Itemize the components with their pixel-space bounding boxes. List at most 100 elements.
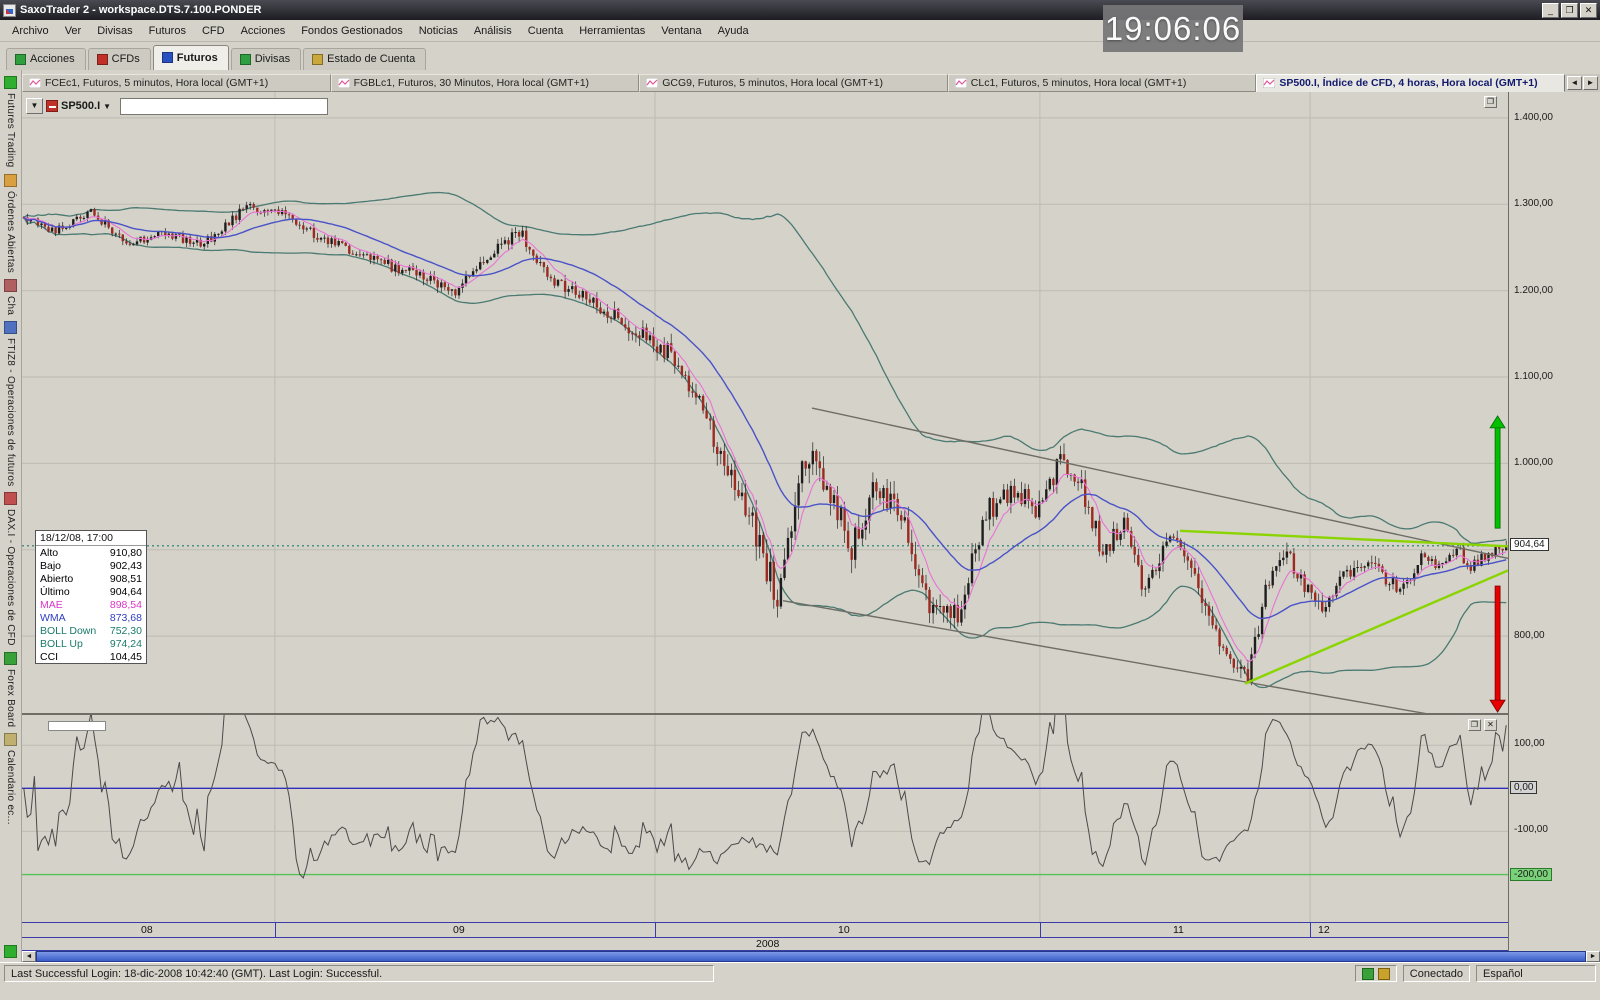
tooltip-row-boll-up: BOLL Up 974,24: [36, 637, 146, 650]
chart-region: 1.400,001.300,001.200,001.100,001.000,00…: [22, 92, 1600, 962]
month-label-10: 10: [838, 924, 850, 936]
maximize-button[interactable]: ❐: [1561, 3, 1578, 18]
chart-icon[interactable]: [4, 279, 17, 292]
month-separator: [655, 923, 656, 939]
toolbar-tab-divisas[interactable]: Divisas: [231, 48, 301, 70]
tooltip-value: 974,24: [110, 638, 142, 650]
chart-menu-button[interactable]: ▼: [26, 98, 43, 114]
cci-tick-100: 100,00: [1514, 738, 1545, 749]
menu-bar: ArchivoVerDivisasFuturosCFDAccionesFondo…: [0, 20, 1600, 42]
tooltip-label: BOLL Up: [40, 638, 83, 650]
scrollbar-thumb[interactable]: [36, 951, 1586, 962]
menu-item-cuenta[interactable]: Cuenta: [520, 23, 571, 39]
login-status-text: Last Successful Login: 18-dic-2008 10:42…: [4, 965, 714, 982]
sidebar-item-3[interactable]: FTIZ8 - Operaciones de futuros: [5, 338, 16, 487]
chevron-down-icon[interactable]: ▼: [103, 102, 111, 111]
toolbar-tab-label: Acciones: [30, 53, 75, 65]
menu-item-noticias[interactable]: Noticias: [411, 23, 466, 39]
tooltip-label: Último: [40, 586, 70, 598]
menu-item-ayuda[interactable]: Ayuda: [710, 23, 757, 39]
tooltip-value: 902,43: [110, 560, 142, 572]
horizontal-scrollbar[interactable]: ◄ ►: [22, 951, 1600, 962]
cci-indicator-chart[interactable]: [22, 715, 1508, 922]
calendar-icon[interactable]: [4, 733, 17, 746]
tooltip-value: 904,64: [110, 586, 142, 598]
menu-item-ver[interactable]: Ver: [57, 23, 90, 39]
chart-tab-0[interactable]: FCEc1, Futuros, 5 minutos, Hora local (G…: [22, 74, 331, 92]
instrument-selector: ▼ SP500.I ▼: [26, 96, 328, 116]
tooltip-row-boll-down: BOLL Down752,30: [36, 624, 146, 637]
main-price-chart[interactable]: [22, 92, 1508, 713]
minimize-button[interactable]: _: [1542, 3, 1559, 18]
menu-item-divisas[interactable]: Divisas: [89, 23, 140, 39]
sidebar-item-5[interactable]: Forex Board: [5, 669, 16, 727]
month-separator: [1040, 923, 1041, 939]
panel-divider[interactable]: [22, 713, 1600, 715]
futures-ops-icon[interactable]: [4, 321, 17, 334]
window-bottom-edge: [0, 984, 1600, 1000]
tooltip-value: 910,80: [110, 547, 142, 559]
menu-item-cfd[interactable]: CFD: [194, 23, 233, 39]
green-up-arrow-icon[interactable]: [4, 76, 17, 89]
cfd-ops-icon[interactable]: [4, 492, 17, 505]
menu-item-acciones[interactable]: Acciones: [233, 23, 294, 39]
toolbar-tab-acciones[interactable]: Acciones: [6, 48, 86, 70]
toolbar-tab-label: Estado de Cuenta: [327, 53, 415, 65]
price-tick-1400: 1.400,00: [1514, 112, 1553, 123]
menu-item-fondos-gestionados[interactable]: Fondos Gestionados: [293, 23, 411, 39]
close-button[interactable]: ✕: [1580, 3, 1597, 18]
line-chart-icon: [29, 78, 41, 88]
menu-item-archivo[interactable]: Archivo: [4, 23, 57, 39]
month-label-11: 11: [1173, 924, 1184, 936]
sidebar-item-0[interactable]: Futures Trading: [5, 93, 16, 168]
tooltip-row-wma: WMA873,68: [36, 611, 146, 624]
open-orders-icon[interactable]: [4, 174, 17, 187]
connection-icon: [1362, 968, 1374, 980]
status-bar: Last Successful Login: 18-dic-2008 10:42…: [0, 962, 1600, 984]
tab-scroll-right-icon[interactable]: ►: [1583, 76, 1598, 90]
menu-item-herramientas[interactable]: Herramientas: [571, 23, 653, 39]
toolbar-tab-cfds[interactable]: CFDs: [88, 48, 151, 70]
cci-tick-0: 0,00: [1510, 781, 1537, 794]
status-icons: [1355, 965, 1397, 982]
cci-tick--100: -100,00: [1514, 824, 1548, 835]
chart-tab-3[interactable]: CLc1, Futuros, 5 minutos, Hora local (GM…: [948, 74, 1257, 92]
chart-tab-4[interactable]: SP500.I, Índice de CFD, 4 horas, Hora lo…: [1256, 74, 1565, 92]
language-indicator[interactable]: Español: [1476, 965, 1596, 982]
scroll-right-icon[interactable]: ►: [1586, 951, 1600, 962]
forex-board-icon[interactable]: [4, 652, 17, 665]
connection-status: Conectado: [1403, 965, 1470, 982]
menu-item-futuros[interactable]: Futuros: [141, 23, 194, 39]
sidebar-item-2[interactable]: Cha: [5, 296, 16, 315]
sidebar-item-4[interactable]: DAX.I - Operaciones de CFD: [5, 509, 16, 646]
cci-restore-icon[interactable]: ❐: [1468, 719, 1481, 731]
tooltip-value: 104,45: [110, 651, 142, 663]
tab-scroll-left-icon[interactable]: ◄: [1567, 76, 1582, 90]
chart-tab-label: FCEc1, Futuros, 5 minutos, Hora local (G…: [45, 77, 268, 89]
date-axis-corner: [1508, 922, 1600, 951]
line-chart-icon: [1263, 78, 1275, 88]
menu-item-análisis[interactable]: Análisis: [466, 23, 520, 39]
chart-restore-icon[interactable]: ❐: [1484, 96, 1497, 108]
price-axis[interactable]: 1.400,001.300,001.200,001.100,001.000,00…: [1508, 92, 1600, 922]
year-label: 2008: [756, 938, 779, 950]
tooltip-value: 752,30: [110, 625, 142, 637]
menu-item-ventana[interactable]: Ventana: [653, 23, 709, 39]
sidebar-item-6[interactable]: Calendario ec...: [5, 750, 16, 825]
left-sidebar: Futures Trading Órdenes Abiertas Cha FTIZ8 …: [0, 70, 22, 962]
symbol-search-input[interactable]: [120, 98, 328, 115]
stocks-icon: [15, 54, 26, 65]
green-module-icon[interactable]: [4, 945, 17, 958]
futures-icon: [162, 52, 173, 63]
line-chart-icon: [338, 78, 350, 88]
window-title: SaxoTrader 2 - workspace.DTS.7.100.PONDE…: [20, 4, 262, 16]
scroll-left-icon[interactable]: ◄: [22, 951, 36, 962]
sidebar-item-1[interactable]: Órdenes Abiertas: [5, 191, 16, 273]
cci-close-icon[interactable]: ✕: [1484, 719, 1497, 731]
line-chart-icon: [646, 78, 658, 88]
chart-tab-label: FGBLc1, Futuros, 30 Minutos, Hora local …: [354, 77, 589, 89]
chart-tab-2[interactable]: GCG9, Futuros, 5 minutos, Hora local (GM…: [639, 74, 948, 92]
toolbar-tab-estado-de-cuenta[interactable]: Estado de Cuenta: [303, 48, 426, 70]
chart-tab-1[interactable]: FGBLc1, Futuros, 30 Minutos, Hora local …: [331, 74, 640, 92]
toolbar-tab-futuros[interactable]: Futuros: [153, 45, 229, 70]
